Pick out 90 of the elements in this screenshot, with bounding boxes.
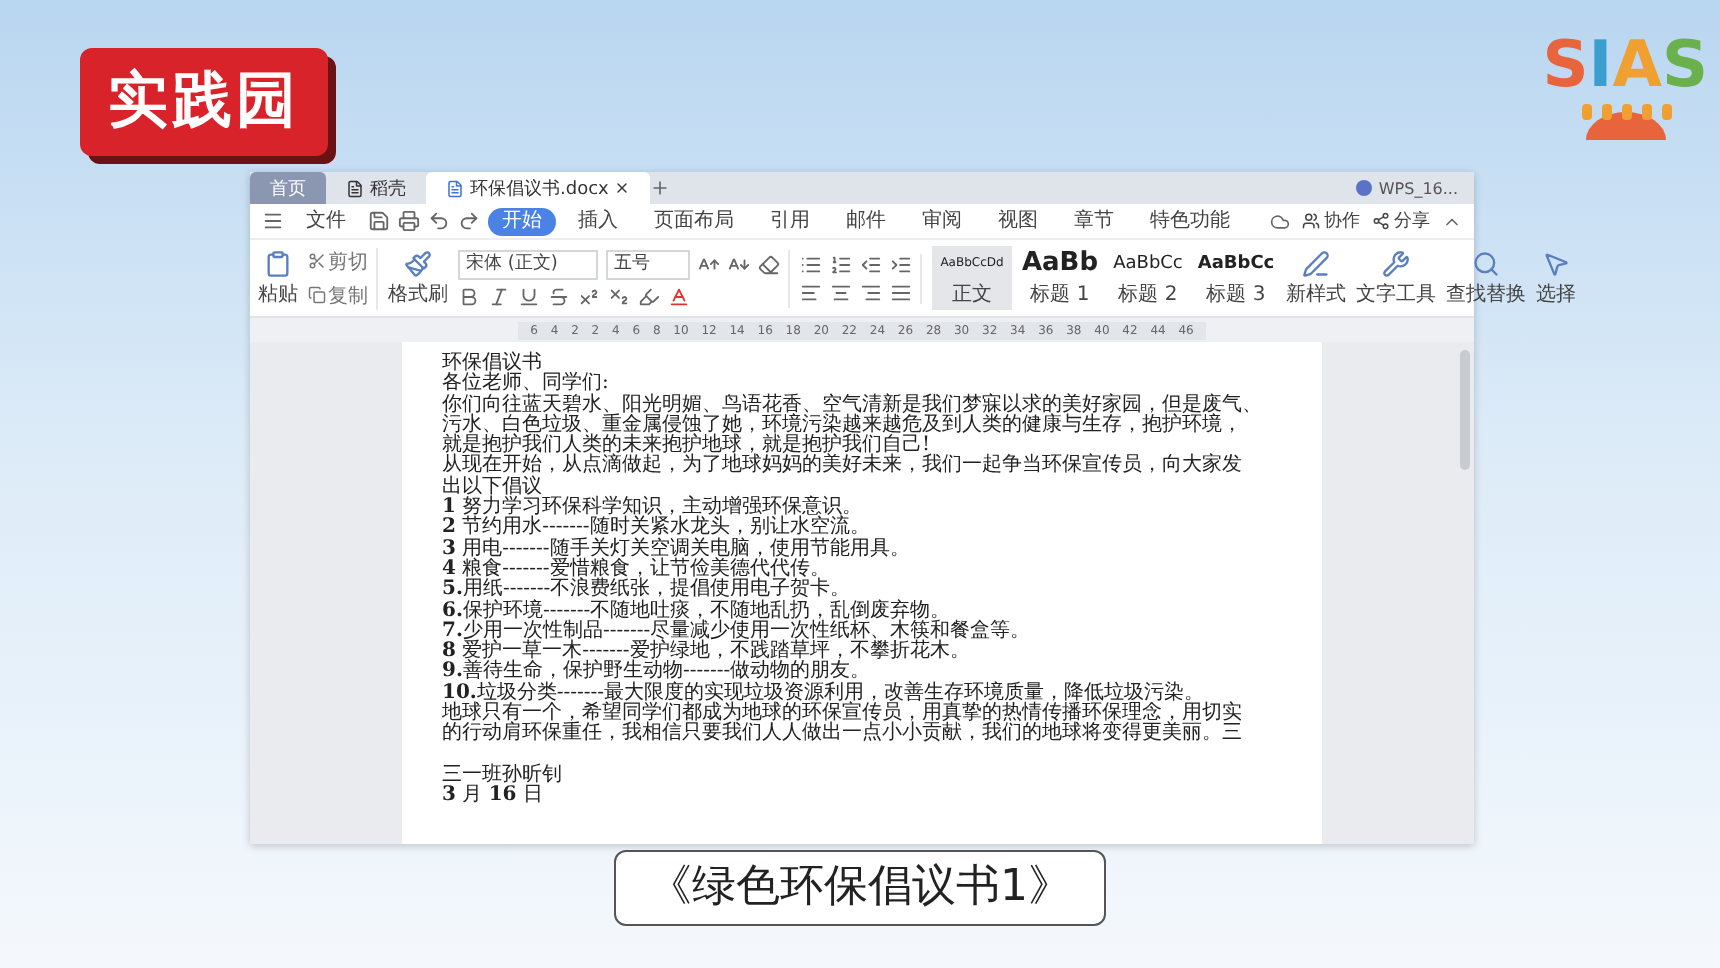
document-icon	[446, 179, 464, 197]
document-line: 污水、白色垃圾、重金属侵蚀了她，环境污染越来越危及到人类的健康与生存，抱护环境，	[442, 415, 1244, 436]
logo-letter: I	[1588, 28, 1613, 100]
document-line: 4 粮食-------爱惜粮食，让节俭美德代代传。	[442, 559, 832, 580]
tool-button[interactable]: 新样式	[1286, 249, 1346, 307]
redo-icon[interactable]	[458, 210, 480, 232]
ribbon-tab[interactable]: 特色功能	[1136, 207, 1244, 235]
copy-button[interactable]: 复制	[308, 281, 368, 309]
document-line: 10.垃圾分类-------最大限度的实现垃圾资源利用，改善生存环境质量，降低垃圾污染。	[442, 683, 1205, 704]
bold-icon[interactable]	[458, 285, 480, 307]
align-center-icon[interactable]	[830, 281, 852, 303]
printer-icon[interactable]	[398, 210, 420, 232]
menu-icon[interactable]	[262, 210, 284, 232]
document-signature: 三一班孙昕钊	[442, 765, 564, 786]
logo-letter: S	[1661, 28, 1708, 100]
document-line: 6.保护环境-------不随地吐痰，不随地乱扔，乱倒废弃物。	[442, 601, 951, 622]
style-preset[interactable]: AaBb 标题 1	[1020, 246, 1100, 310]
highlighter-icon[interactable]	[638, 285, 660, 307]
logo-letter: S	[1542, 28, 1589, 100]
document-line: 3 用电-------随手关灯关空调关电脑，使用节能用具。	[442, 539, 912, 560]
document-line: 从现在开始，从点滴做起，为了地球妈妈的美好未来，我们一起争当环保宣传员，向大家发	[442, 456, 1244, 477]
ribbon-tab[interactable]: 插入	[564, 207, 632, 235]
ribbon-tab[interactable]: 视图	[984, 207, 1052, 235]
ribbon-tab[interactable]: 引用	[756, 207, 824, 235]
document-line: 5.用纸-------不浪费纸张，提倡使用电子贺卡。	[442, 580, 851, 601]
cut-button[interactable]: 剪切	[308, 247, 368, 275]
account-label[interactable]: WPS_16...	[1356, 172, 1474, 204]
tool-button[interactable]: 选择	[1536, 249, 1576, 307]
ribbon-tab[interactable]: 章节	[1060, 207, 1128, 235]
section-badge: 实践园	[80, 48, 328, 156]
window-tab[interactable]: 稻壳	[326, 172, 426, 204]
document-date: 3 月 16 日	[442, 786, 545, 808]
underline-icon[interactable]	[518, 285, 540, 307]
document-line: 2 节约用水-------随时关紧水龙头，别让水空流。	[442, 518, 870, 539]
tool-button[interactable]: 文字工具	[1356, 249, 1436, 307]
scissors-icon	[308, 252, 326, 270]
pointer-icon	[1542, 249, 1570, 277]
document-line: 你们向往蓝天碧水、阳光明媚、鸟语花香、空气清新是我们梦寐以求的美好家园，但是废气、	[442, 395, 1264, 416]
superscript-icon[interactable]	[578, 285, 600, 307]
logo-letter: A	[1612, 28, 1662, 100]
document-line: 9.善待生命，保护野生动物-------做动物的朋友。	[442, 662, 873, 683]
copy-icon	[308, 286, 326, 304]
eraser-icon[interactable]	[758, 253, 780, 275]
ribbon-tab[interactable]: 页面布局	[640, 207, 748, 235]
caption: 《绿色环保倡议书1》	[614, 850, 1106, 926]
cloud-icon[interactable]	[1270, 211, 1290, 231]
paste-button[interactable]: 粘贴	[258, 249, 298, 307]
toolbar-action[interactable]: 协作	[1302, 208, 1360, 234]
toolbar-action[interactable]: 分享	[1372, 208, 1430, 234]
font-family-select[interactable]: 宋体 (正文)	[458, 249, 598, 279]
wrench-icon	[1382, 249, 1410, 277]
subscript-icon[interactable]	[608, 285, 630, 307]
outdent-icon[interactable]	[860, 253, 882, 275]
strikethrough-icon[interactable]	[548, 285, 570, 307]
undo-icon[interactable]	[428, 210, 450, 232]
save-icon[interactable]	[368, 210, 390, 232]
scrollbar-thumb[interactable]	[1460, 350, 1470, 470]
document-line: 的行动肩环保重任，我相信只要我们人人做出一点小小贡献，我们的地球将变得更美丽。三	[442, 724, 1244, 746]
align-left-icon[interactable]	[800, 281, 822, 303]
font-size-select[interactable]: 五号	[606, 249, 690, 279]
bullet-list-icon[interactable]	[800, 253, 822, 275]
font-color-icon[interactable]	[668, 285, 690, 307]
indent-icon[interactable]	[890, 253, 912, 275]
pen-icon	[1302, 249, 1330, 277]
style-preset[interactable]: AaBbCc 标题 2	[1108, 246, 1188, 310]
justify-icon[interactable]	[890, 281, 912, 303]
share-icon	[1372, 212, 1390, 230]
numbered-list-icon[interactable]	[830, 253, 852, 275]
shrink-font-icon[interactable]	[728, 253, 750, 275]
document-line: 各位老师、同学们:	[442, 374, 611, 395]
file-menu[interactable]: 文件	[292, 207, 360, 235]
document-line: 环保倡议书	[442, 354, 543, 374]
grow-font-icon[interactable]	[698, 253, 720, 275]
close-icon[interactable]	[614, 180, 631, 196]
people-icon	[1302, 212, 1320, 230]
align-right-icon[interactable]	[860, 281, 882, 303]
format-painter-button[interactable]: 格式刷	[388, 249, 448, 307]
clipboard-icon	[264, 249, 292, 277]
search-icon	[1472, 249, 1500, 277]
document-icon	[346, 179, 364, 197]
ribbon-tab[interactable]: 开始	[488, 207, 556, 235]
italic-icon[interactable]	[488, 285, 510, 307]
document-line: 7.少用一次性制品-------尽量减少使用一次性纸杯、木筷和餐盒等。	[442, 621, 1033, 642]
ribbon-tab[interactable]: 邮件	[832, 207, 900, 235]
window-tab[interactable]: 环保倡议书.docx	[426, 172, 651, 204]
paintbrush-icon	[404, 249, 432, 277]
ribbon-tab[interactable]: 审阅	[908, 207, 976, 235]
document-line: 出以下倡议	[442, 477, 542, 498]
style-preset[interactable]: AaBbCc 标题 3	[1196, 246, 1276, 310]
tool-button[interactable]: 查找替换	[1446, 249, 1526, 307]
